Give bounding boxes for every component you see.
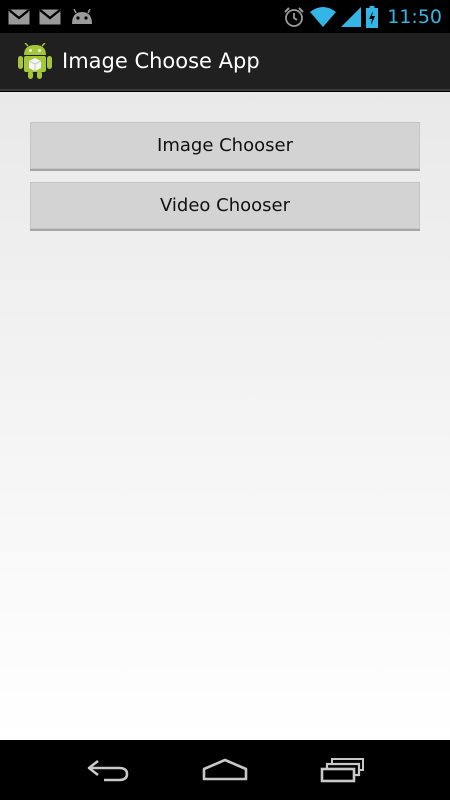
gmail-icon: [8, 8, 30, 25]
android-debug-icon: [70, 8, 94, 25]
main-content: Image Chooser Video Chooser: [0, 92, 450, 740]
battery-charging-icon: [366, 5, 379, 28]
image-chooser-button[interactable]: Image Chooser: [30, 122, 420, 171]
gmail-icon: [39, 8, 61, 25]
signal-icon: [341, 6, 362, 27]
recent-apps-icon[interactable]: [312, 750, 372, 790]
status-bar: 11:50: [0, 0, 450, 33]
back-icon[interactable]: [78, 750, 138, 790]
android-robot-icon[interactable]: [18, 43, 52, 79]
navigation-bar: [0, 740, 450, 800]
action-bar: Image Choose App: [0, 33, 450, 91]
status-time: 11:50: [387, 5, 442, 28]
alarm-icon: [283, 6, 305, 28]
home-icon[interactable]: [195, 750, 255, 790]
app-title: Image Choose App: [62, 49, 260, 73]
video-chooser-button[interactable]: Video Chooser: [30, 182, 420, 231]
notification-area[interactable]: [8, 8, 94, 25]
wifi-icon: [310, 6, 337, 27]
